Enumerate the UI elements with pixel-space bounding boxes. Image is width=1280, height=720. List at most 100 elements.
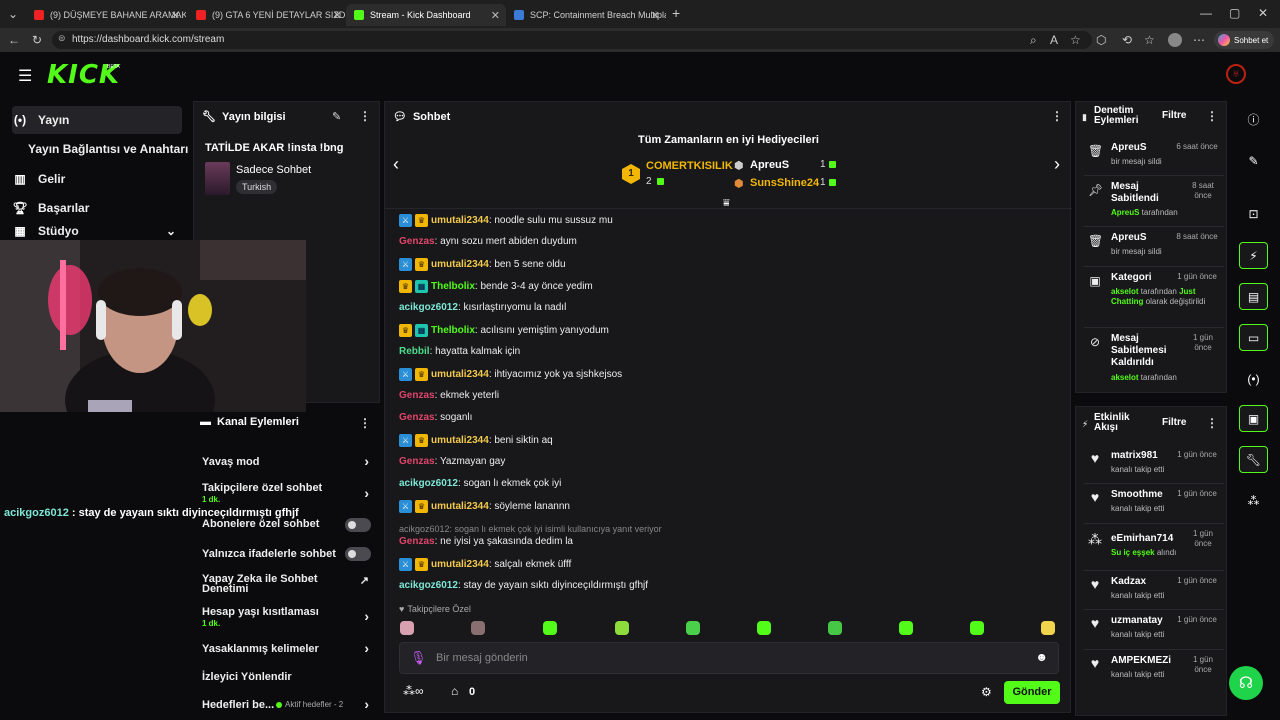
- more-options-icon[interactable]: ⋮: [1206, 416, 1218, 430]
- activity-item[interactable]: ♥ uzmanatay 1 gün önce kanalı takip etti: [1086, 615, 1220, 645]
- more-options-icon[interactable]: ⋮: [359, 416, 371, 430]
- chat-username[interactable]: acikgoz6012: [399, 580, 458, 591]
- chat-username[interactable]: umutali2344: [431, 259, 489, 270]
- browser-tab-2[interactable]: (9) GTA 6 YENİ DETAYLAR SIZDI! Y ✕: [188, 4, 348, 26]
- tab-list-icon[interactable]: ⌄: [8, 7, 18, 21]
- channel-points-rail-icon[interactable]: ⁂: [1239, 487, 1268, 514]
- chat-icon[interactable]: ▭: [1239, 324, 1268, 351]
- moderation-item[interactable]: ⊘ Mesaj Sabitlemesi Kaldırıldı 1 gün önce a…: [1086, 333, 1220, 382]
- minimize-icon[interactable]: —: [1200, 6, 1212, 20]
- quick-actions-icon[interactable]: ⚡︎: [1239, 242, 1268, 269]
- moderator-name[interactable]: akselot: [1111, 373, 1139, 382]
- moderation-item[interactable]: 📌︎ Mesaj Sabitlendi 8 saat önce ApreuS tara…: [1086, 181, 1220, 221]
- chat-username[interactable]: Genzas: [399, 390, 435, 401]
- chat-username[interactable]: Genzas: [399, 236, 435, 247]
- yellow-face-emote[interactable]: [1041, 621, 1055, 635]
- chat-username[interactable]: umutali2344: [431, 369, 489, 380]
- chat-message[interactable]: ⚔ ♛ umutali2344: ben 5 sene oldu: [399, 258, 566, 271]
- avatar-emote[interactable]: [400, 621, 414, 635]
- chat-message[interactable]: Genzas: ekmek yeterli: [399, 390, 499, 401]
- nav-item-studyo[interactable]: ▦ Stüdyo ⌄: [12, 224, 182, 238]
- stream-preview-icon[interactable]: ▣: [1239, 405, 1268, 432]
- activity-username[interactable]: uzmanatay: [1111, 615, 1185, 627]
- nav-item-stream-key[interactable]: Yayın Bağlantısı ve Anahtarı: [28, 135, 198, 163]
- chat-message[interactable]: ⚔ ♛ umutali2344: beni siktin aq: [399, 434, 553, 447]
- chevron-right-icon[interactable]: ›: [364, 608, 369, 624]
- microphone-icon[interactable]: 🎙︎: [410, 650, 427, 666]
- chat-settings-gear-icon[interactable]: ⚙: [981, 685, 992, 699]
- sync-icon[interactable]: ⟲: [1122, 33, 1132, 47]
- edit-pencil-icon[interactable]: ✎: [332, 110, 341, 123]
- live-signal-icon[interactable]: (•): [1239, 365, 1268, 392]
- moderator-name[interactable]: ApreuS: [1111, 208, 1139, 217]
- close-tab-icon[interactable]: ✕: [333, 9, 342, 22]
- filter-button[interactable]: Filtre: [1162, 417, 1186, 428]
- green-card-emote[interactable]: [615, 621, 629, 635]
- address-bar[interactable]: ⊜ https://dashboard.kick.com/stream: [52, 31, 1092, 49]
- collections-icon[interactable]: ☆: [1144, 33, 1155, 47]
- chat-username[interactable]: umutali2344: [431, 435, 489, 446]
- close-tab-icon[interactable]: ✕: [491, 9, 500, 22]
- filter-button[interactable]: Filtre: [1162, 110, 1186, 121]
- moderator-name[interactable]: akselot: [1111, 287, 1139, 296]
- subscribers-only-toggle[interactable]: [345, 518, 371, 532]
- activity-username[interactable]: matrix981: [1111, 450, 1185, 462]
- chat-username[interactable]: umutali2344: [431, 501, 489, 512]
- next-arrow-icon[interactable]: ›: [1054, 154, 1060, 175]
- chat-message[interactable]: ♛ ▦ Thelbolix: acılısını yemiştim yanıyodu…: [399, 324, 609, 337]
- browser-tab-4[interactable]: SCP: Containment Breach Multipla ✕: [506, 4, 666, 26]
- channel-points-icon[interactable]: ⁂∞: [403, 684, 424, 698]
- activity-item[interactable]: ♥ matrix981 1 gün önce kanalı takip etti: [1086, 450, 1220, 480]
- activity-item[interactable]: ♥ AMPEKMEZi 1 gün önce kanalı takip etti: [1086, 655, 1220, 685]
- chat-message[interactable]: Genzas: soganlı: [399, 412, 472, 423]
- store-icon[interactable]: ⌂: [451, 684, 458, 698]
- chat-message[interactable]: ⚔ ♛ umutali2344: salçalı ekmek üfff: [399, 558, 571, 571]
- chat-username[interactable]: Thelbolix: [431, 281, 475, 292]
- prev-arrow-icon[interactable]: ‹: [393, 154, 399, 175]
- chat-username[interactable]: Thelbolix: [431, 325, 475, 336]
- profile-avatar[interactable]: [1168, 33, 1182, 47]
- more-options-icon[interactable]: ⋮: [1206, 109, 1218, 123]
- activity-item[interactable]: ♥ Smoothme 1 gün önce kanalı takip etti: [1086, 489, 1220, 519]
- site-info-icon[interactable]: ⊜: [58, 33, 66, 44]
- maximize-icon[interactable]: ▢: [1229, 6, 1240, 20]
- more-options-icon[interactable]: ⋮: [359, 109, 371, 123]
- activity-username[interactable]: eEmirhan714: [1111, 533, 1185, 545]
- activity-username[interactable]: Kadzax: [1111, 576, 1185, 588]
- more-icon[interactable]: ⋯: [1193, 33, 1205, 47]
- green-ball-emote[interactable]: [686, 621, 700, 635]
- chat-username[interactable]: Rebbil: [399, 346, 430, 357]
- chat-message[interactable]: ⚔ ♛ umutali2344: noodle sulu mu sussuz mu: [399, 214, 613, 227]
- favorite-star-icon[interactable]: ☆: [1070, 33, 1081, 47]
- chat-username[interactable]: Genzas: [399, 412, 435, 423]
- chevron-right-icon[interactable]: ›: [364, 485, 369, 501]
- chat-username[interactable]: Genzas: [399, 536, 435, 547]
- moderation-item[interactable]: ▣ Kategori 1 gün önce akselot tarafından Ju…: [1086, 272, 1220, 312]
- read-aloud-icon[interactable]: A: [1050, 33, 1058, 47]
- close-tab-icon[interactable]: ✕: [651, 9, 660, 22]
- nav-item-yayin[interactable]: (•) Yayın: [12, 106, 182, 134]
- new-tab-icon[interactable]: +: [672, 5, 680, 21]
- chat-message[interactable]: acikgoz6012: kısırlaştırıyomu la nadıl: [399, 302, 566, 313]
- hamburger-menu-icon[interactable]: ☰: [18, 66, 32, 86]
- chat-username[interactable]: acikgoz6012: [399, 478, 458, 489]
- activity-item[interactable]: ♥ Kadzax 1 gün önce kanalı takip etti: [1086, 576, 1220, 606]
- browser-tab-1[interactable]: (9) DÜŞMEYE BAHANE ARAMAK | ✕: [26, 4, 186, 26]
- info-icon[interactable]: ⓘ: [1239, 106, 1268, 133]
- chevron-right-icon[interactable]: ›: [364, 453, 369, 469]
- green-frog-emote[interactable]: [970, 621, 984, 635]
- support-headset-icon[interactable]: ☊: [1229, 666, 1263, 700]
- chat-message[interactable]: Rebbil: hayatta kalmak için: [399, 346, 520, 357]
- chat-username[interactable]: umutali2344: [431, 215, 489, 226]
- screen-capture-icon[interactable]: ⊡: [1239, 200, 1268, 227]
- chevron-right-icon[interactable]: ›: [364, 640, 369, 656]
- browser-tab-3[interactable]: Stream - Kick Dashboard ✕: [346, 4, 506, 26]
- extensions-icon[interactable]: ⬡: [1096, 33, 1106, 47]
- chat-message[interactable]: ⚔ ♛ umutali2344: söyleme lanannn: [399, 500, 570, 513]
- emotes-only-toggle[interactable]: [345, 547, 371, 561]
- close-window-icon[interactable]: ✕: [1258, 6, 1268, 20]
- chat-username[interactable]: Genzas: [399, 456, 435, 467]
- chat-username[interactable]: acikgoz6012: [399, 302, 458, 313]
- nav-item-basarilar[interactable]: 🏆︎ Başarılar: [12, 194, 182, 222]
- chat-message[interactable]: ♛ ▦ Thelbolix: bende 3-4 ay önce yedim: [399, 280, 593, 293]
